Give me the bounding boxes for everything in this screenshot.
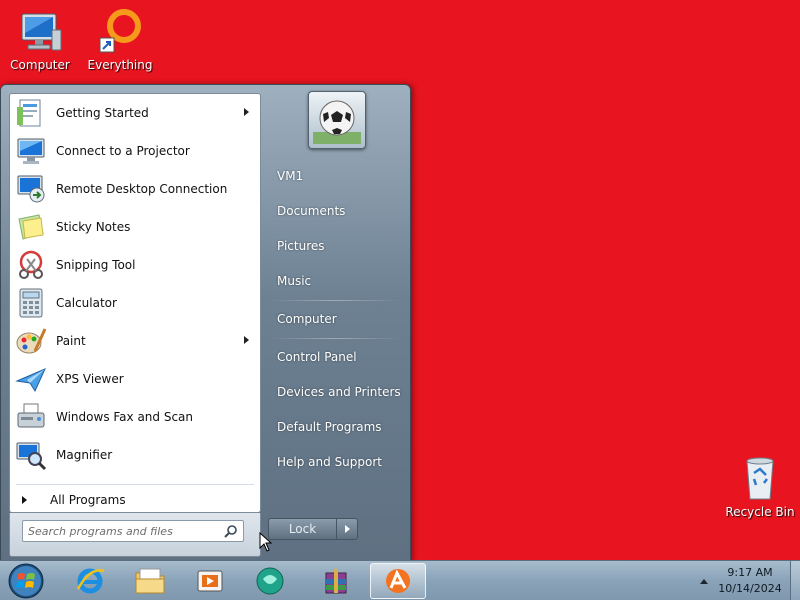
lock-button[interactable]: Lock	[268, 518, 336, 540]
submenu-arrow-icon[interactable]	[244, 108, 249, 116]
taskbar-internet-explorer[interactable]	[62, 563, 118, 599]
recycle-bin-icon	[746, 457, 774, 500]
right-pane-divider	[269, 338, 401, 339]
getting-started-icon	[17, 99, 41, 127]
taskbar-avast[interactable]	[370, 563, 426, 599]
remote-desktop-icon	[17, 175, 45, 203]
program-sticky-notes[interactable]: Sticky Notes	[10, 208, 260, 246]
shutdown-options-button[interactable]	[336, 518, 358, 540]
search-input[interactable]	[23, 521, 218, 541]
chevron-right-icon	[345, 525, 350, 533]
program-label: Magnifier	[56, 448, 113, 462]
right-item-help-and-support[interactable]: Help and Support	[269, 447, 403, 477]
taskbar-winrar[interactable]	[308, 563, 364, 599]
all-programs-label: All Programs	[50, 493, 126, 507]
program-label: Sticky Notes	[56, 220, 131, 234]
avast-icon	[386, 569, 410, 593]
desktop-icon-label: Computer	[10, 58, 70, 72]
program-calculator[interactable]: Calculator	[10, 284, 260, 322]
all-programs-arrow-icon	[22, 496, 27, 504]
program-xps-viewer[interactable]: XPS Viewer	[10, 360, 260, 398]
winrar-icon	[325, 569, 347, 594]
show-hidden-icons-icon[interactable]	[700, 579, 708, 584]
search-icon[interactable]	[224, 524, 238, 538]
right-item-devices-and-printers[interactable]: Devices and Printers	[269, 377, 403, 407]
start-button[interactable]	[6, 562, 46, 600]
right-item-music[interactable]: Music	[269, 266, 403, 296]
everything-icon	[99, 9, 141, 53]
program-label: Connect to a Projector	[56, 144, 190, 158]
taskbar-file-explorer[interactable]	[122, 563, 178, 599]
program-snipping-tool[interactable]: Snipping Tool	[10, 246, 260, 284]
programs-divider	[16, 484, 254, 485]
desktop-icon-everything[interactable]: Everything	[80, 8, 160, 72]
clock-date: 10/14/2024	[718, 582, 782, 595]
program-label: XPS Viewer	[56, 372, 124, 386]
taskbar: 9:17 AM 10/14/2024	[0, 560, 800, 600]
program-paint[interactable]: Paint	[10, 322, 260, 360]
start-menu-programs-pane: Getting Started Connect to a Projector R…	[9, 93, 261, 513]
search-area	[9, 513, 261, 557]
system-clock[interactable]: 9:17 AM 10/14/2024	[715, 565, 785, 597]
desktop-icon-label: Everything	[87, 58, 153, 72]
program-label: Windows Fax and Scan	[56, 410, 194, 424]
sticky-notes-icon	[18, 214, 44, 240]
taskbar-media-player[interactable]	[182, 563, 238, 599]
right-pane-divider	[269, 300, 401, 301]
start-menu: Getting Started Connect to a Projector R…	[0, 84, 411, 562]
program-windows-fax-and-scan[interactable]: Windows Fax and Scan	[10, 398, 260, 436]
program-label: Calculator	[56, 296, 117, 310]
file-explorer-icon	[135, 568, 165, 594]
computer-icon	[21, 13, 62, 51]
internet-explorer-icon	[76, 568, 105, 594]
paint-icon	[16, 328, 47, 354]
submenu-arrow-icon[interactable]	[244, 336, 249, 344]
right-item-vm1[interactable]: VM1	[269, 161, 403, 191]
desktop-icon-computer[interactable]: Computer	[0, 8, 80, 72]
all-programs-button[interactable]: All Programs	[10, 486, 260, 514]
right-item-default-programs[interactable]: Default Programs	[269, 412, 403, 442]
desktop-icon-label: Recycle Bin	[725, 505, 795, 519]
right-item-control-panel[interactable]: Control Panel	[269, 342, 403, 372]
right-item-computer[interactable]: Computer	[269, 304, 403, 334]
program-remote-desktop-connection[interactable]: Remote Desktop Connection	[10, 170, 260, 208]
xps-viewer-icon	[15, 368, 46, 393]
right-item-pictures[interactable]: Pictures	[269, 231, 403, 261]
taskbar-teal-app[interactable]	[242, 563, 298, 599]
program-label: Remote Desktop Connection	[56, 182, 228, 196]
show-desktop-button[interactable]	[790, 561, 800, 600]
program-label: Getting Started	[56, 106, 149, 120]
media-player-icon	[197, 570, 223, 592]
soccer-ball-icon	[313, 100, 361, 144]
user-avatar[interactable]	[308, 91, 366, 149]
magnifier-icon	[16, 442, 47, 471]
right-item-documents[interactable]: Documents	[269, 196, 403, 226]
mouse-cursor-icon	[259, 532, 273, 552]
program-connect-to-projector[interactable]: Connect to a Projector	[10, 132, 260, 170]
calculator-icon	[19, 288, 43, 318]
snipping-tool-icon	[19, 250, 43, 279]
program-getting-started[interactable]: Getting Started	[10, 94, 260, 132]
fax-scan-icon	[17, 403, 45, 428]
program-label: Paint	[56, 334, 86, 348]
search-box[interactable]	[22, 520, 244, 542]
desktop-icon-recycle-bin[interactable]: Recycle Bin	[720, 455, 800, 519]
clock-time: 9:17 AM	[727, 566, 773, 579]
projector-icon	[17, 138, 45, 164]
program-magnifier[interactable]: Magnifier	[10, 436, 260, 474]
teal-app-icon	[256, 567, 284, 595]
program-list: Getting Started Connect to a Projector R…	[10, 94, 260, 474]
program-label: Snipping Tool	[56, 258, 136, 272]
